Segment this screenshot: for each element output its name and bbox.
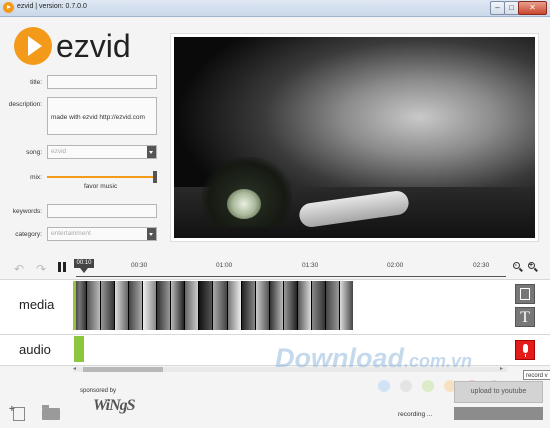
tick-label: 02:30 [473, 262, 490, 269]
title-input[interactable] [47, 75, 157, 89]
playhead-marker[interactable] [80, 268, 88, 273]
scroll-left-icon[interactable]: ◂ [73, 365, 76, 372]
media-thumbnail[interactable] [227, 281, 242, 330]
close-button[interactable]: ✕ [518, 1, 547, 15]
media-thumbnail[interactable] [157, 281, 172, 330]
song-select[interactable]: ezvid [47, 145, 157, 159]
keywords-input[interactable] [47, 204, 157, 218]
tick-label: 01:30 [302, 262, 319, 269]
play-icon [28, 36, 42, 56]
sponsor-logo[interactable]: WiNgS [93, 397, 136, 415]
media-clips[interactable] [73, 281, 353, 330]
record-voice-button[interactable] [515, 340, 535, 360]
keywords-label: keywords: [12, 208, 42, 215]
open-folder-icon[interactable] [42, 405, 60, 420]
status-dot-icon[interactable] [400, 380, 412, 392]
media-thumbnail[interactable] [255, 281, 270, 330]
recording-progress-bar [454, 407, 543, 420]
description-label: description: [8, 101, 42, 108]
mix-slider-handle[interactable] [153, 171, 157, 183]
category-label: category: [15, 231, 42, 238]
chevron-down-icon[interactable] [147, 146, 156, 158]
title-label: title: [30, 79, 42, 86]
window-title: ezvid | version: 0.7.0.0 [17, 3, 87, 10]
video-scene-rose [227, 189, 261, 219]
song-label: song: [26, 149, 42, 156]
timeline-ruler[interactable] [76, 272, 506, 277]
record-tooltip: record v [523, 370, 550, 380]
zoom-out-icon[interactable]: - [513, 262, 524, 273]
zoom-in-icon[interactable]: + [528, 262, 539, 273]
maximize-button[interactable]: □ [504, 1, 519, 15]
mix-slider-track[interactable] [47, 176, 155, 178]
scroll-right-icon[interactable]: ▸ [500, 365, 503, 372]
app-icon [3, 2, 14, 13]
song-value: ezvid [51, 148, 67, 155]
add-text-button[interactable]: T [515, 307, 535, 327]
tick-label: 02:00 [387, 262, 404, 269]
media-start-marker [73, 281, 76, 330]
media-thumbnail[interactable] [171, 281, 186, 330]
media-track-label: media [19, 297, 55, 312]
undo-icon[interactable]: ↶ [14, 262, 24, 276]
media-thumbnail[interactable] [115, 281, 130, 330]
playhead-time[interactable]: 00:10 [74, 259, 94, 268]
screen-capture-icon[interactable] [378, 380, 390, 392]
upload-to-youtube-button[interactable]: upload to youtube [454, 381, 543, 403]
audio-clip[interactable] [74, 336, 84, 362]
mix-caption: favor music [84, 183, 118, 190]
status-dot-icon[interactable] [422, 380, 434, 392]
tick-label: 00:30 [131, 262, 148, 269]
status-text: recording ... [398, 411, 433, 418]
media-thumbnail[interactable] [325, 281, 340, 330]
media-thumbnail[interactable] [101, 281, 116, 330]
media-thumbnail[interactable] [185, 281, 200, 330]
chevron-down-icon[interactable] [147, 228, 156, 240]
tick-label: 01:00 [216, 262, 233, 269]
logo-text: ezvid [56, 28, 131, 64]
mix-label: mix: [30, 174, 42, 181]
media-thumbnail[interactable] [283, 281, 298, 330]
category-select[interactable]: entertainment [47, 227, 157, 241]
watermark: Download.com.vn [275, 343, 473, 373]
media-thumbnail[interactable] [311, 281, 326, 330]
redo-icon[interactable]: ↷ [36, 262, 46, 276]
sponsored-label: sponsored by [80, 388, 117, 394]
minimize-button[interactable]: – [490, 1, 505, 15]
media-thumbnail[interactable] [87, 281, 102, 330]
media-thumbnail[interactable] [129, 281, 144, 330]
add-media-button[interactable] [515, 284, 535, 304]
media-thumbnail[interactable] [339, 281, 353, 330]
video-preview[interactable] [174, 37, 535, 238]
media-thumbnail[interactable] [241, 281, 256, 330]
audio-track-label: audio [19, 342, 51, 357]
media-thumbnail[interactable] [213, 281, 228, 330]
category-value: entertainment [51, 230, 91, 237]
media-thumbnail[interactable] [269, 281, 284, 330]
new-project-icon[interactable] [9, 404, 25, 421]
description-input[interactable]: made with ezvid http://ezvid.com [47, 97, 157, 135]
media-thumbnail[interactable] [297, 281, 312, 330]
timeline-scrollbar-thumb[interactable] [83, 367, 163, 372]
media-thumbnail[interactable] [199, 281, 214, 330]
media-thumbnail[interactable] [143, 281, 158, 330]
pause-icon[interactable] [58, 262, 67, 272]
